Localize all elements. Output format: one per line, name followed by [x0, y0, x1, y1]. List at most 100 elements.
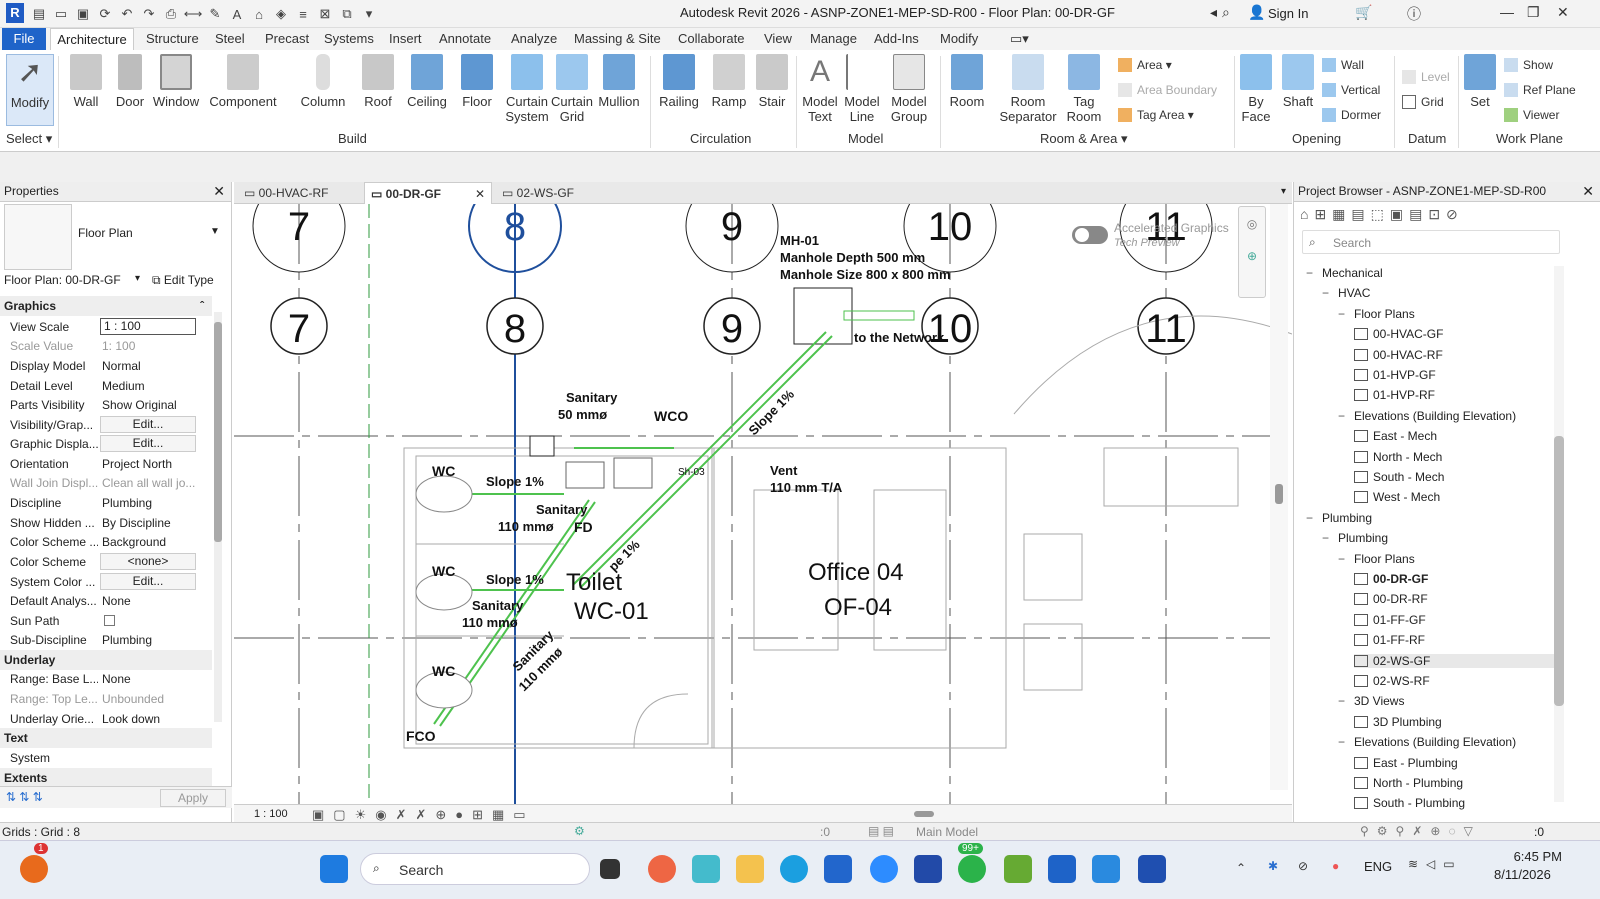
tab-massing-site[interactable]: Massing & Site	[574, 31, 661, 46]
close-hidden-icon[interactable]: ⊠	[316, 5, 334, 23]
browser-item[interactable]: − Floor Plans	[1338, 552, 1415, 566]
thin-lines-icon[interactable]: ≡	[294, 5, 312, 23]
property-row[interactable]: Range: Base L... None	[0, 669, 210, 689]
browser-item[interactable]: − Mechanical	[1306, 266, 1383, 280]
property-row[interactable]: Wall Join Displ... Clean all wall jo...	[0, 473, 210, 493]
component-button[interactable]: Component	[208, 54, 278, 109]
revit-logo-icon[interactable]: R	[6, 3, 24, 23]
property-value[interactable]: None	[102, 594, 131, 608]
browser-item[interactable]: − Plumbing	[1322, 531, 1388, 545]
taskbar-search[interactable]: ⌕ Search	[360, 853, 590, 885]
collapse-toggle-icon[interactable]: −	[1306, 266, 1316, 280]
print-icon[interactable]: ⎙	[162, 5, 180, 23]
collapse-toggle-icon[interactable]: −	[1322, 531, 1332, 545]
room-separator-button[interactable]: Room Separator	[996, 54, 1060, 124]
cart-icon[interactable]: 🛒	[1355, 4, 1372, 21]
property-row[interactable]: Default Analys... None	[0, 591, 210, 611]
browser-item[interactable]: − Plumbing	[1306, 511, 1372, 525]
property-row[interactable]: Visibility/Grap... Edit...	[0, 415, 210, 435]
collapse-toggle-icon[interactable]: −	[1338, 307, 1348, 321]
tag-room-button[interactable]: Tag Room	[1064, 54, 1104, 124]
store-icon[interactable]	[914, 855, 942, 883]
browser-item[interactable]: − Elevations (Building Elevation)	[1338, 409, 1516, 423]
browser-toolbar-icons[interactable]: ⌂⊞▦▤⬚▣▤⊡⊘	[1300, 206, 1464, 223]
model-text-button[interactable]: A Model Text	[800, 54, 840, 124]
show-button[interactable]: Show	[1504, 58, 1553, 72]
sync-icon[interactable]: ⟳	[96, 5, 114, 23]
property-value[interactable]: Edit...	[100, 573, 196, 590]
tab-list-icon[interactable]: ▾	[1281, 186, 1286, 197]
property-value[interactable]: By Discipline	[102, 516, 171, 530]
model-group-button[interactable]: Model Group	[886, 54, 932, 124]
vertical-opening-button[interactable]: Vertical	[1322, 83, 1380, 97]
browser-item[interactable]: 01-HVP-GF	[1354, 368, 1436, 382]
area-boundary-button[interactable]: Area Boundary	[1118, 83, 1217, 97]
search-input[interactable]: ⌕ Search	[1302, 230, 1560, 254]
zoom-app-icon[interactable]	[870, 855, 898, 883]
redo-icon[interactable]: ↷	[140, 5, 158, 23]
property-value[interactable]: Look down	[102, 712, 160, 726]
section-graphics[interactable]: Graphics ˆ	[0, 296, 212, 316]
property-value[interactable]: Edit...	[100, 435, 196, 452]
browser-item[interactable]: East - Mech	[1354, 429, 1437, 443]
text-icon[interactable]: A	[228, 5, 246, 23]
m365-icon[interactable]	[692, 855, 720, 883]
view-control-icons[interactable]: ▣▢☀◉✗✗⊕●⊞▦▭	[312, 807, 535, 823]
browser-item[interactable]: South - Plumbing	[1354, 796, 1465, 810]
active-model[interactable]: Main Model	[916, 825, 978, 839]
binoculars-icon[interactable]: ⌕	[1222, 4, 1230, 21]
close-icon[interactable]: ✕	[1582, 183, 1594, 200]
property-value[interactable]: None	[102, 672, 131, 686]
by-face-button[interactable]: By Face	[1236, 54, 1276, 124]
property-value[interactable]: 1 : 100	[100, 318, 196, 335]
property-value[interactable]: Unbounded	[102, 692, 164, 706]
tab-manage[interactable]: Manage	[810, 31, 857, 46]
clock-date[interactable]: 8/11/2026	[1494, 867, 1551, 882]
navigation-bar[interactable]: ◎ ⊕	[1238, 206, 1266, 298]
group-room-area[interactable]: Room & Area ▾	[1040, 131, 1127, 147]
door-button[interactable]: Door	[110, 54, 150, 109]
file-explorer-icon[interactable]	[736, 855, 764, 883]
property-value[interactable]: Medium	[102, 379, 145, 393]
section-icon[interactable]: ◈	[272, 5, 290, 23]
collapse-toggle-icon[interactable]: −	[1338, 694, 1348, 708]
group-select[interactable]: Select ▾	[6, 131, 52, 147]
property-value[interactable]: <none>	[100, 553, 196, 570]
browser-item[interactable]: North - Mech	[1354, 450, 1442, 464]
property-row[interactable]: Detail Level Medium	[0, 376, 210, 396]
browser-item[interactable]: 00-HVAC-RF	[1354, 348, 1443, 362]
property-row[interactable]: Parts Visibility Show Original	[0, 395, 210, 415]
chrome-icon[interactable]	[648, 855, 676, 883]
model-icon[interactable]: ▤ ▤	[868, 824, 894, 838]
property-value[interactable]: Edit...	[100, 416, 196, 433]
curtain-system-button[interactable]: Curtain System	[504, 54, 550, 124]
tab-file[interactable]: File	[2, 28, 46, 50]
zoom-icon[interactable]: ⊕	[1239, 249, 1265, 263]
wall-button[interactable]: Wall	[66, 54, 106, 109]
security-icon[interactable]: ●	[1332, 859, 1339, 873]
ceiling-button[interactable]: Ceiling	[404, 54, 450, 109]
selection-filters-icons[interactable]: ⚲⚙⚲✗⊕◌▽	[1360, 824, 1481, 838]
property-row[interactable]: View Scale 1 : 100	[0, 317, 210, 337]
property-value[interactable]: Clean all wall jo...	[102, 476, 195, 490]
sun-path-checkbox[interactable]	[104, 615, 115, 626]
revit-taskbar-icon[interactable]	[1138, 855, 1166, 883]
scrollbar[interactable]	[214, 312, 222, 722]
app-icon[interactable]	[1004, 855, 1032, 883]
property-value[interactable]: Plumbing	[102, 633, 152, 647]
restore-icon[interactable]: ❐	[1527, 4, 1540, 21]
browser-item[interactable]: 02-WS-GF	[1354, 653, 1556, 668]
window-button[interactable]: Window	[150, 54, 202, 109]
property-value[interactable]: 1: 100	[102, 339, 135, 353]
property-row[interactable]: Graphic Displa... Edit...	[0, 434, 210, 454]
column-button[interactable]: Column	[298, 54, 348, 109]
drawing-canvas[interactable]: 7 8 9 10 11 7 8 9 10 11 MH-01 Manhole De…	[234, 204, 1292, 804]
property-value[interactable]: Plumbing	[102, 496, 152, 510]
shaft-button[interactable]: Shaft	[1278, 54, 1318, 109]
close-icon[interactable]: ✕	[213, 183, 225, 200]
tab-insert[interactable]: Insert	[389, 31, 422, 46]
browser-item[interactable]: 01-FF-RF	[1354, 633, 1425, 647]
sort-icon[interactable]: ⇅ ⇅ ⇅	[6, 790, 43, 804]
set-button[interactable]: Set	[1462, 54, 1498, 109]
tab-precast[interactable]: Precast	[265, 31, 309, 46]
